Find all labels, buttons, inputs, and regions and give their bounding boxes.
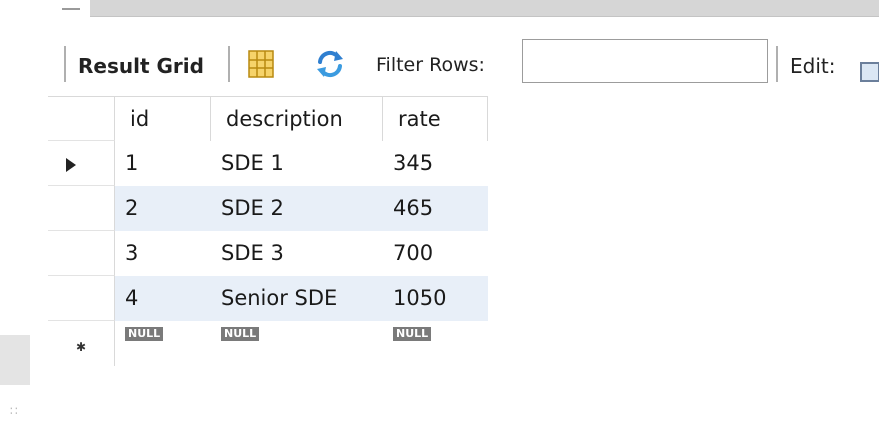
result-toolbar: Result Grid Filter Rows: Edit:	[62, 39, 879, 94]
cell-rate[interactable]: 345	[383, 141, 488, 186]
refresh-icon[interactable]	[314, 48, 346, 80]
cell-rate[interactable]: 700	[383, 231, 488, 276]
new-row[interactable]: ✱ NULL NULL NULL	[48, 321, 488, 366]
cell-id[interactable]: 3	[115, 231, 211, 276]
cell-description[interactable]: Senior SDE	[211, 276, 383, 321]
row-gutter[interactable]	[48, 231, 115, 276]
null-badge: NULL	[125, 327, 164, 341]
table-row[interactable]: 4 Senior SDE 1050	[48, 276, 488, 321]
grid-layout-icon[interactable]	[248, 50, 274, 78]
filter-rows-input[interactable]	[522, 39, 768, 83]
table-row[interactable]: 2 SDE 2 465	[48, 186, 488, 231]
editor-scrollbar[interactable]	[90, 0, 879, 17]
cell-description[interactable]: SDE 3	[211, 231, 383, 276]
cell-description[interactable]: NULL	[211, 321, 383, 366]
cell-description[interactable]: SDE 1	[211, 141, 383, 186]
row-gutter[interactable]	[48, 276, 115, 321]
result-grid-tab[interactable]: Result Grid	[78, 54, 204, 78]
null-badge: NULL	[393, 327, 432, 341]
row-gutter[interactable]: ✱	[48, 321, 115, 366]
column-header-id[interactable]: id	[115, 96, 211, 141]
side-panel-edge	[0, 335, 30, 385]
grid-header-row: id description rate	[48, 96, 488, 141]
row-gutter[interactable]	[48, 141, 115, 186]
edit-label: Edit:	[790, 54, 836, 78]
cell-id[interactable]: 4	[115, 276, 211, 321]
table-row[interactable]: 1 SDE 1 345	[48, 141, 488, 186]
table-row[interactable]: 3 SDE 3 700	[48, 231, 488, 276]
resize-grip-icon[interactable]: ∷	[10, 404, 18, 418]
cell-description[interactable]: SDE 2	[211, 186, 383, 231]
current-row-arrow-icon	[66, 158, 76, 172]
cell-id[interactable]: NULL	[115, 321, 211, 366]
column-header-description[interactable]: description	[211, 96, 383, 141]
cell-rate[interactable]: NULL	[383, 321, 488, 366]
cell-rate[interactable]: 465	[383, 186, 488, 231]
row-gutter[interactable]	[48, 186, 115, 231]
filter-rows-label: Filter Rows:	[376, 54, 485, 76]
cell-id[interactable]: 2	[115, 186, 211, 231]
toolbar-separator	[228, 46, 230, 82]
edit-icon[interactable]	[860, 62, 879, 82]
column-header-rate[interactable]: rate	[383, 96, 488, 141]
cell-rate[interactable]: 1050	[383, 276, 488, 321]
cell-id[interactable]: 1	[115, 141, 211, 186]
toolbar-separator	[64, 46, 66, 82]
null-badge: NULL	[221, 327, 260, 341]
toolbar-separator	[776, 46, 778, 82]
collapse-handle[interactable]	[62, 0, 80, 10]
header-gutter[interactable]	[48, 96, 115, 141]
new-row-asterisk-icon: ✱	[76, 340, 87, 354]
